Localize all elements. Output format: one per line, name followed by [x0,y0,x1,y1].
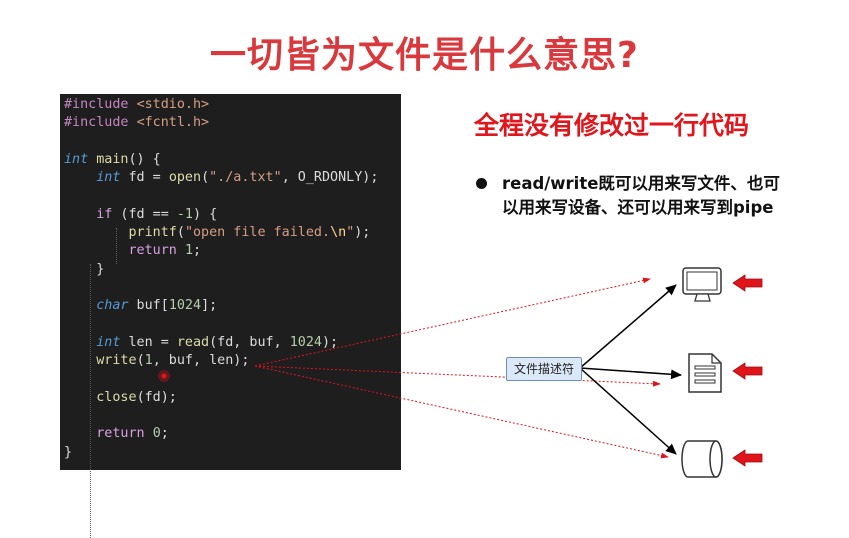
fd-arrow-to-document [579,367,682,380]
fd-arrow-to-pipe [579,367,677,455]
monitor-icon [682,267,722,302]
red-arrow-icon [732,274,763,292]
diagram-overlay [158,267,763,478]
red-arrow-icon [732,449,763,467]
red-arrow-to-monitor [254,277,651,367]
red-arrow-icon [732,362,763,380]
document-icon [688,353,722,393]
fd-arrow-to-monitor [579,284,677,369]
cylinder-pipe-icon [681,440,723,478]
red-arrow-to-pipe [254,365,669,459]
file-descriptor-box: 文件描述符 [506,357,582,381]
